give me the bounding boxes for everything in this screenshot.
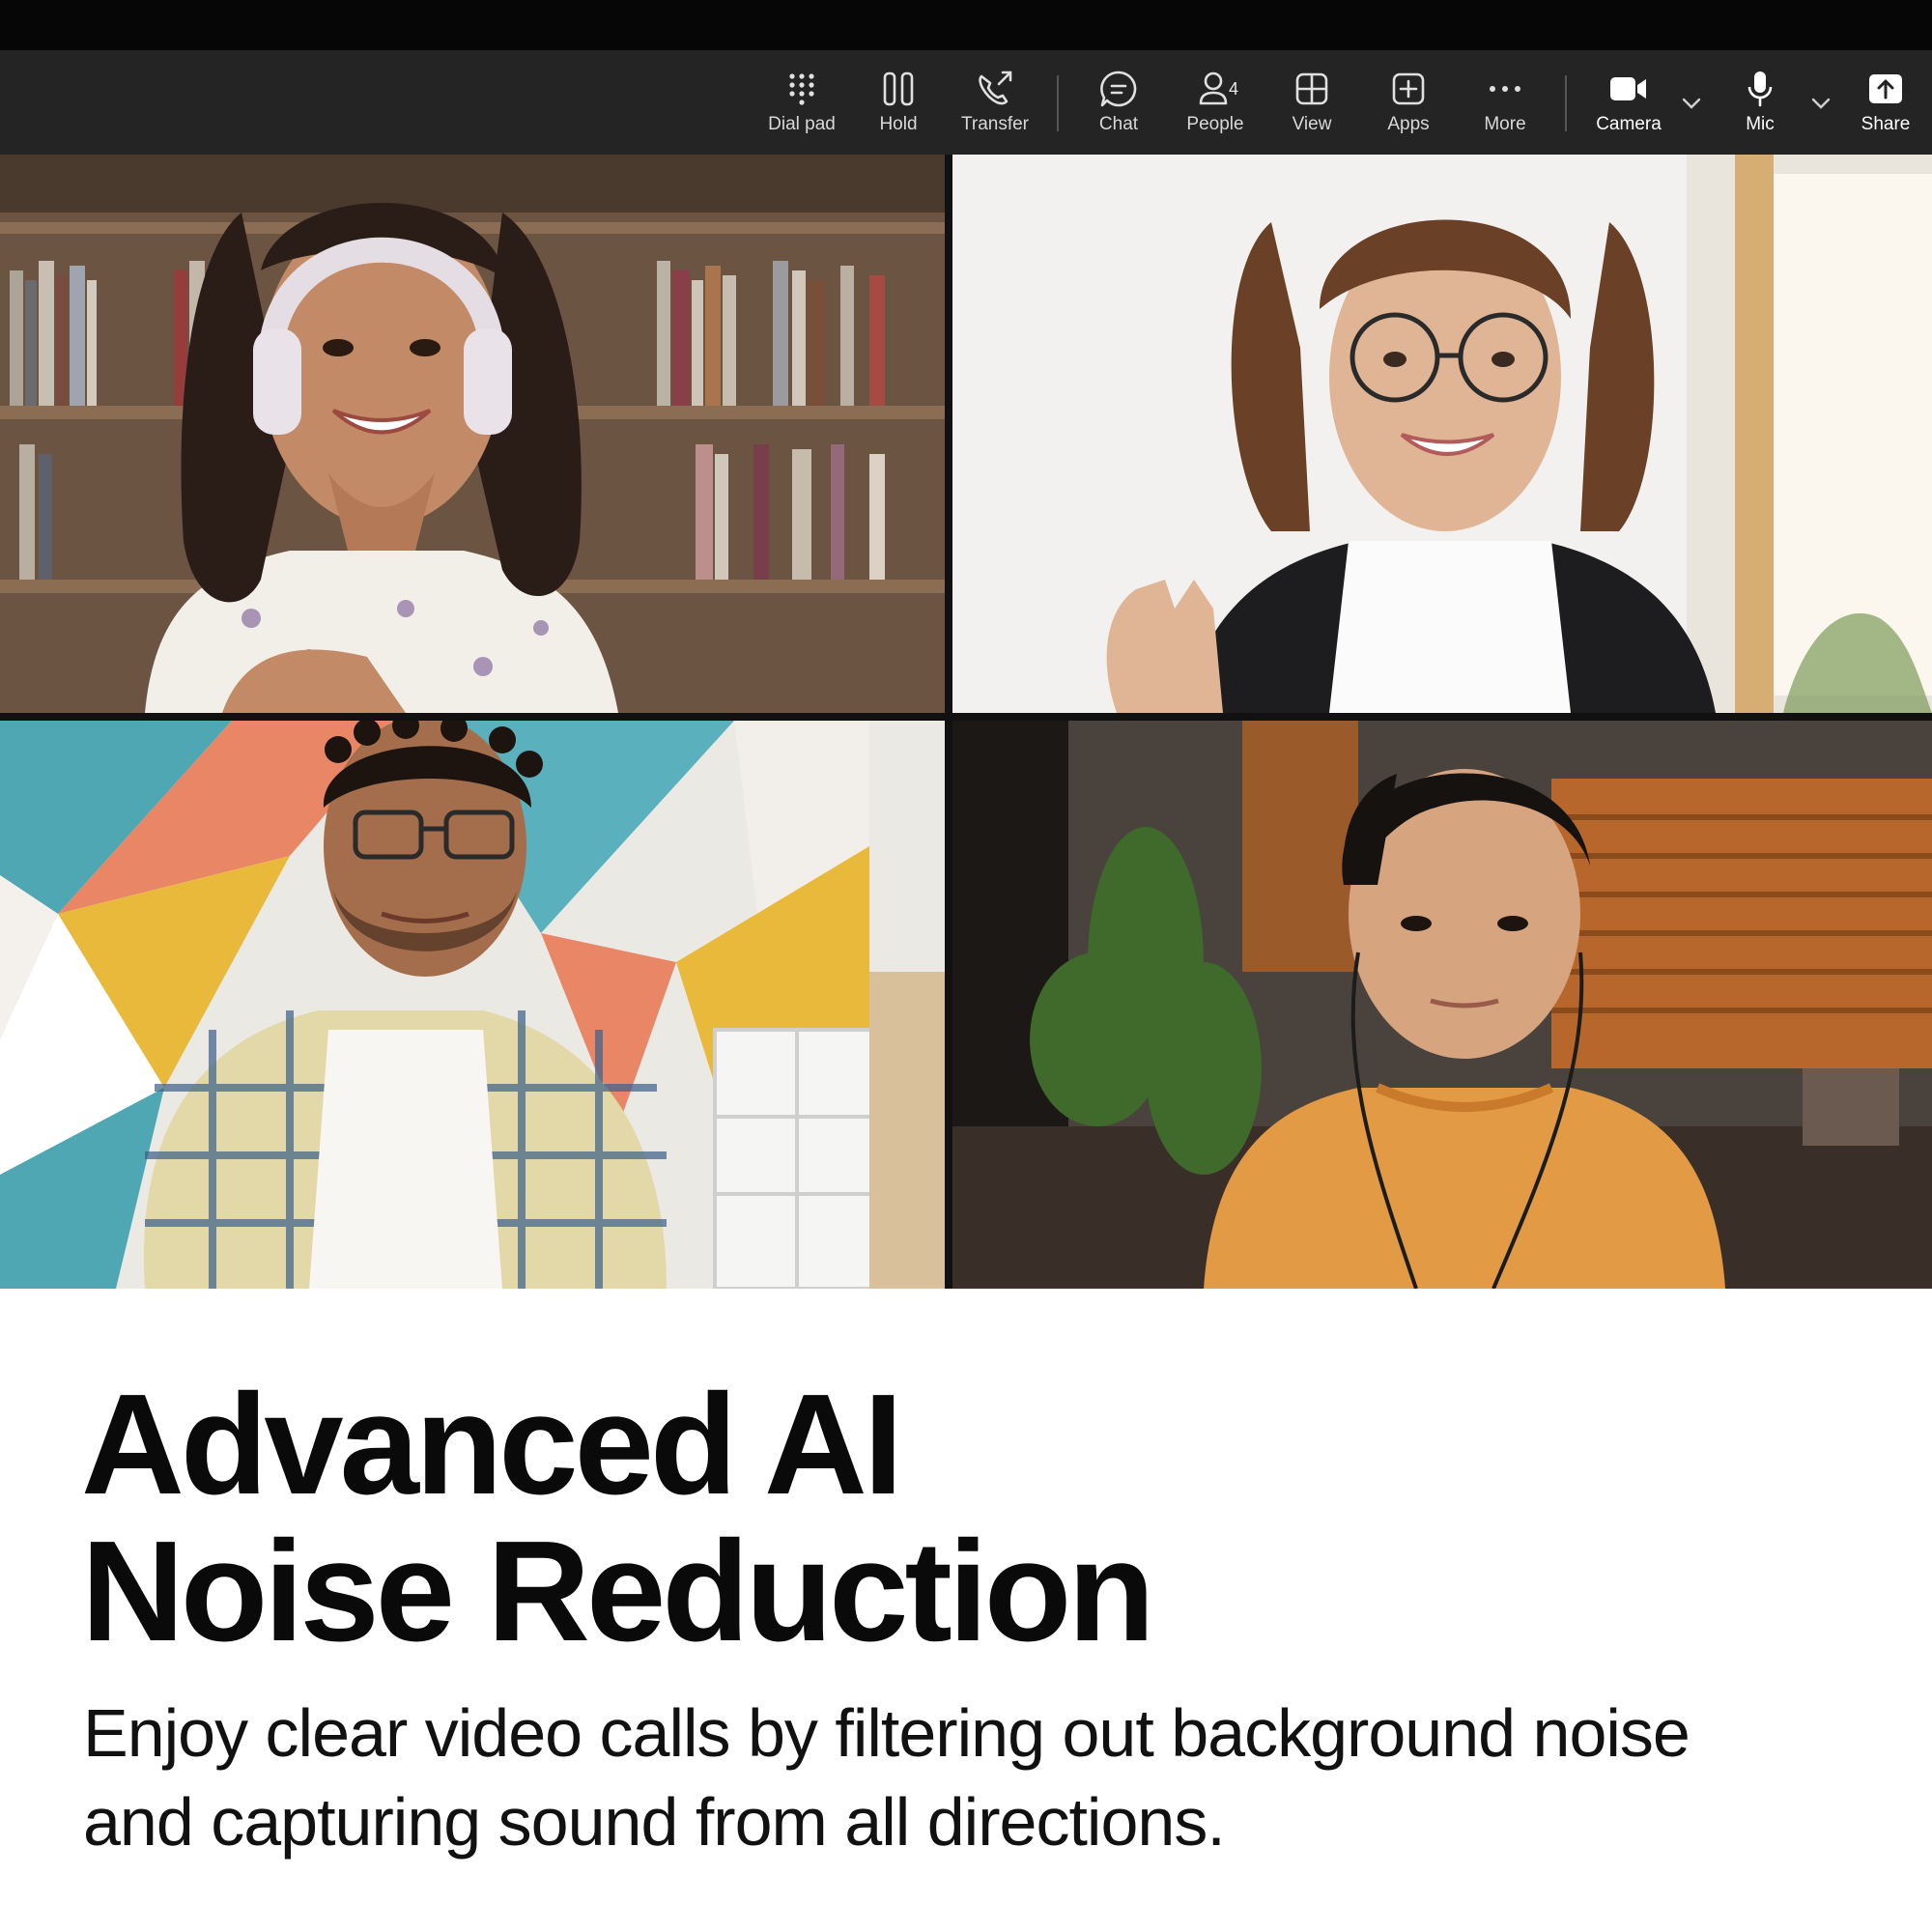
- description-line-1: Enjoy clear video calls by filtering out…: [83, 1695, 1690, 1771]
- headline-line-2: Noise Reduction: [81, 1512, 1155, 1671]
- participant-video: [952, 721, 1932, 1289]
- mic-label: Mic: [1746, 114, 1775, 134]
- video-tile-participant-1[interactable]: [0, 155, 945, 713]
- video-tile-participant-2[interactable]: [952, 155, 1932, 713]
- more-button[interactable]: More: [1457, 50, 1553, 155]
- chevron-down-icon: [1682, 98, 1701, 109]
- camera-button[interactable]: Camera: [1580, 50, 1677, 155]
- apps-button[interactable]: Apps: [1360, 50, 1457, 155]
- description-line-2: and capturing sound from all directions.: [83, 1784, 1226, 1860]
- people-count-badge: 4: [1229, 79, 1239, 99]
- call-toolbar: Dial pad Hold Transfer Chat People 4 Vie…: [0, 50, 1932, 155]
- video-tile-participant-4[interactable]: [952, 721, 1932, 1289]
- more-label: More: [1484, 114, 1526, 134]
- pause-icon: [879, 70, 918, 108]
- top-strip: [0, 0, 1932, 50]
- camera-icon: [1609, 70, 1648, 108]
- toolbar-divider: [1565, 75, 1567, 131]
- view-label: View: [1292, 114, 1332, 134]
- microphone-icon: [1741, 70, 1779, 108]
- camera-options-chevron[interactable]: [1677, 89, 1706, 118]
- transfer-label: Transfer: [960, 114, 1030, 134]
- participant-video: [952, 155, 1932, 713]
- promo-description: Enjoy clear video calls by filtering out…: [83, 1689, 1880, 1866]
- dialpad-label: Dial pad: [768, 114, 836, 134]
- headline-line-1: Advanced AI: [81, 1365, 903, 1524]
- mic-options-chevron[interactable]: [1806, 89, 1835, 118]
- phone-transfer-icon: [976, 70, 1014, 108]
- people-button[interactable]: People: [1167, 50, 1264, 155]
- share-screen-icon: [1866, 70, 1905, 108]
- chevron-down-icon: [1811, 98, 1831, 109]
- share-label: Share: [1861, 114, 1911, 134]
- video-grid: [0, 155, 1932, 1289]
- promo-headline: Advanced AI Noise Reduction: [81, 1372, 1434, 1665]
- grid-view-icon: [1293, 70, 1331, 108]
- view-button[interactable]: View: [1264, 50, 1360, 155]
- toolbar-divider: [1057, 75, 1059, 131]
- camera-label: Camera: [1596, 114, 1662, 134]
- chat-label: Chat: [1098, 114, 1139, 134]
- dialpad-button[interactable]: Dial pad: [753, 50, 850, 155]
- more-dots-icon: [1486, 70, 1524, 108]
- chat-icon: [1099, 70, 1138, 108]
- transfer-button[interactable]: Transfer: [947, 50, 1043, 155]
- participant-video: [0, 721, 945, 1289]
- hold-button[interactable]: Hold: [850, 50, 947, 155]
- chat-button[interactable]: Chat: [1070, 50, 1167, 155]
- participant-video: [0, 155, 945, 713]
- mic-button[interactable]: Mic: [1712, 50, 1808, 155]
- people-label: People: [1186, 114, 1244, 134]
- apps-label: Apps: [1387, 114, 1430, 134]
- share-button[interactable]: Share: [1841, 50, 1930, 155]
- dialpad-icon: [782, 70, 821, 108]
- video-tile-participant-3[interactable]: [0, 721, 945, 1289]
- hold-label: Hold: [879, 114, 918, 134]
- add-app-icon: [1389, 70, 1428, 108]
